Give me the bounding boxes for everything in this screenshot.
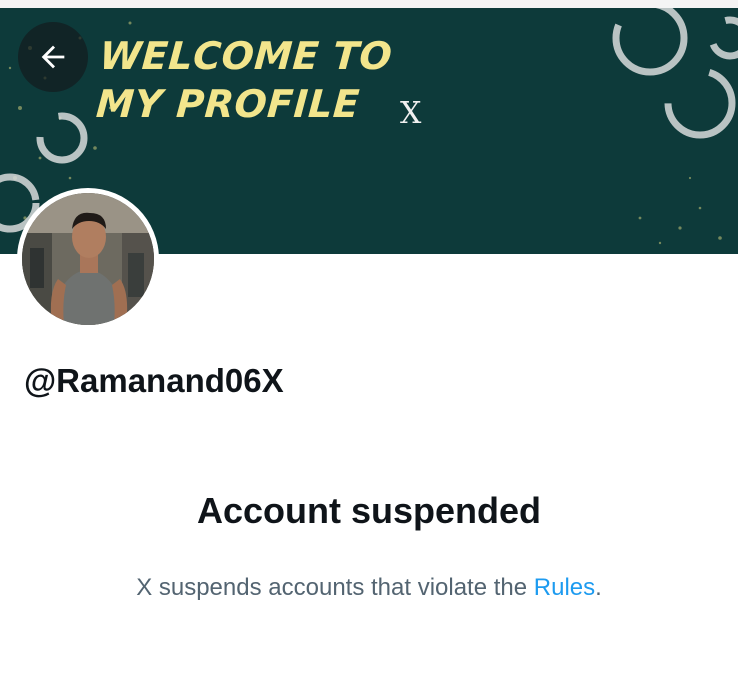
suspension-description-text: X suspends accounts that violate the	[136, 574, 534, 601]
rules-link[interactable]: Rules	[534, 574, 595, 601]
banner-title: WELCOME TO MY PROFILE	[95, 32, 422, 128]
banner-title-line2: MY PROFILE	[94, 82, 362, 126]
banner-title-line1: WELCOME TO	[98, 34, 394, 78]
suspension-description-period: .	[595, 574, 602, 601]
profile-page: WELCOME TO MY PROFILE X @Ramanand06X Acc…	[0, 0, 738, 680]
suspension-description: X suspends accounts that violate the Rul…	[0, 574, 738, 602]
suspension-title: Account suspended	[196, 490, 542, 531]
avatar[interactable]	[17, 188, 159, 330]
avatar-illustration	[22, 193, 154, 325]
arrow-left-icon	[41, 45, 65, 69]
back-button[interactable]	[18, 22, 88, 92]
profile-photo	[22, 193, 154, 325]
status-strip	[0, 0, 738, 8]
banner-x-logo: X	[400, 96, 422, 131]
profile-handle: @Ramanand06X	[24, 362, 284, 399]
